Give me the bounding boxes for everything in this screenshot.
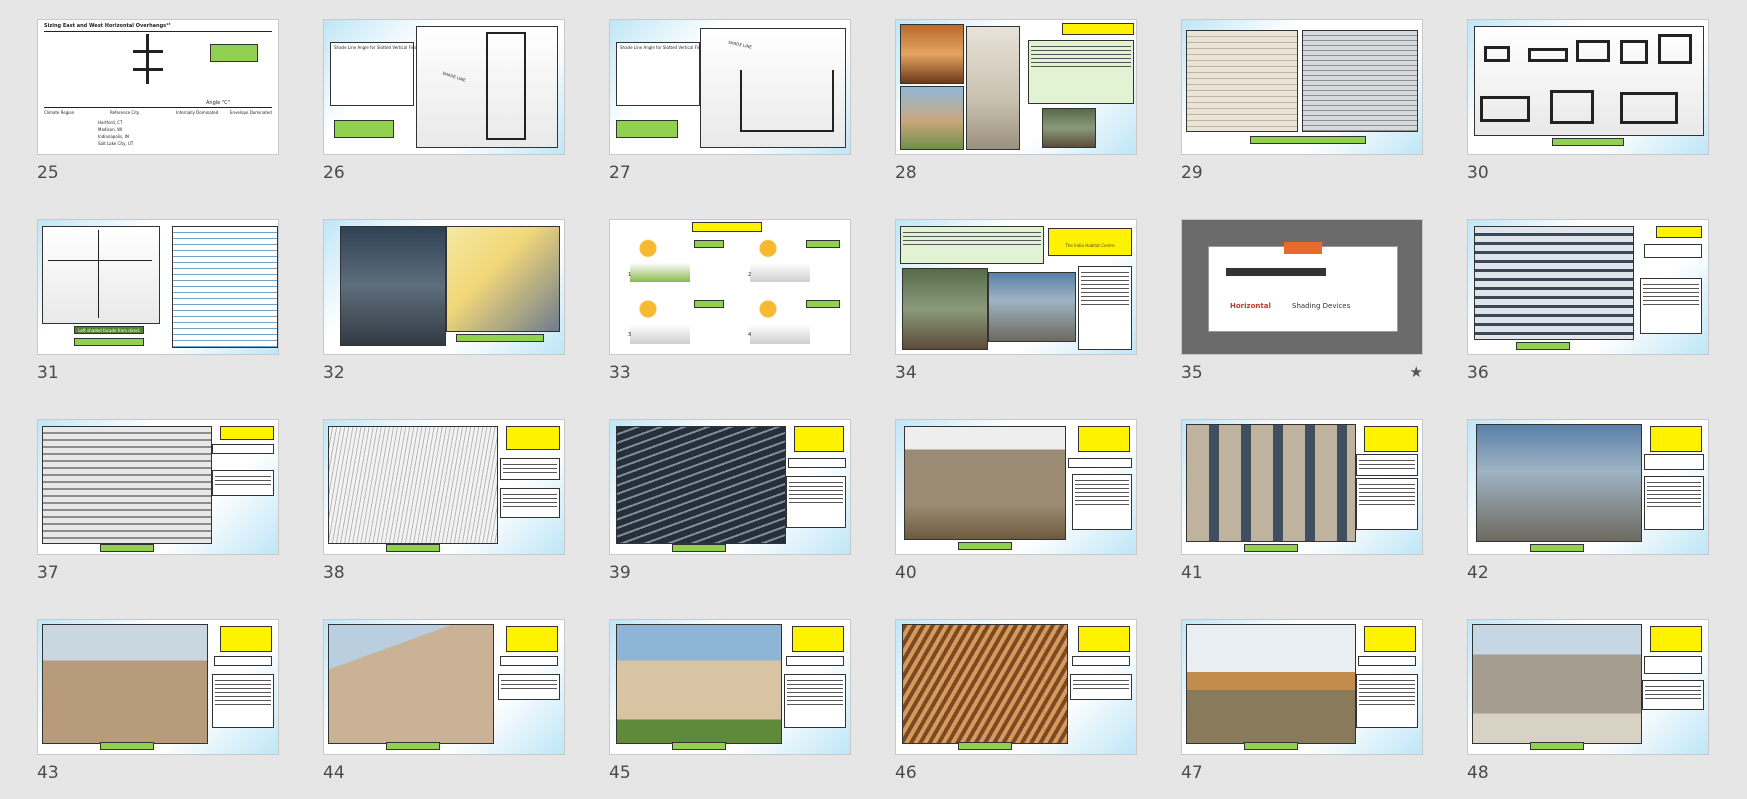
slide-preview bbox=[1181, 419, 1423, 555]
star-icon: ★ bbox=[1409, 363, 1423, 381]
slide-number: 26 bbox=[323, 163, 345, 183]
col-city: Reference City bbox=[110, 110, 140, 115]
step-1: 1 bbox=[628, 272, 632, 278]
slide-thumbnail-29[interactable]: 29 bbox=[1181, 19, 1423, 199]
slide-thumbnail-44[interactable]: 44 bbox=[323, 619, 565, 799]
city-4: Salt Lake City, UT bbox=[98, 141, 134, 146]
slide-number: 47 bbox=[1181, 763, 1203, 783]
slide-preview bbox=[1467, 219, 1709, 355]
city-2: Madison, WI bbox=[98, 127, 123, 132]
city-3: Indianapolis, IN bbox=[98, 134, 129, 139]
slide-preview bbox=[323, 619, 565, 755]
slide-preview bbox=[609, 419, 851, 555]
col-envelope: Envelope Dominated bbox=[230, 110, 272, 115]
slide-number: 44 bbox=[323, 763, 345, 783]
slide-preview: Sizing East and West Horizontal Overhang… bbox=[37, 19, 279, 155]
slide-thumbnail-35[interactable]: Horizontal Shading Devices 35 ★ bbox=[1181, 219, 1423, 399]
slide-number: 41 bbox=[1181, 563, 1203, 583]
section-title-en-2: Shading Devices bbox=[1292, 302, 1351, 310]
slide-preview bbox=[1467, 419, 1709, 555]
slide-number: 43 bbox=[37, 763, 59, 783]
col-climate: Climate Region bbox=[44, 110, 75, 115]
city-1: Hartford, CT bbox=[98, 120, 123, 125]
slide-number: 45 bbox=[609, 763, 631, 783]
slide-number: 29 bbox=[1181, 163, 1203, 183]
slide-number: 36 bbox=[1467, 363, 1489, 383]
slide-number: 35 bbox=[1181, 363, 1203, 383]
table-title: Shade Line Angle for Slotted Vertical Fi… bbox=[334, 45, 417, 50]
slide-thumbnail-37[interactable]: 37 bbox=[37, 419, 279, 599]
step-4: 4 bbox=[748, 332, 752, 338]
slide-thumbnail-36[interactable]: 36 bbox=[1467, 219, 1709, 399]
slide-thumbnail-30[interactable]: 30 bbox=[1467, 19, 1709, 199]
slide-number: 27 bbox=[609, 163, 631, 183]
slide-thumbnail-25[interactable]: Sizing East and West Horizontal Overhang… bbox=[37, 19, 279, 199]
slide-preview: The India Habitat Centre bbox=[895, 219, 1137, 355]
slide-sorter-grid: Sizing East and West Horizontal Overhang… bbox=[0, 0, 1747, 791]
slide-preview bbox=[895, 419, 1137, 555]
slide-preview bbox=[323, 219, 565, 355]
slide-preview bbox=[895, 19, 1137, 155]
slide-number: 28 bbox=[895, 163, 917, 183]
slide-number: 34 bbox=[895, 363, 917, 383]
slide-number: 38 bbox=[323, 563, 345, 583]
slide-thumbnail-26[interactable]: Shade Line Angle for Slotted Vertical Fi… bbox=[323, 19, 565, 199]
slide-thumbnail-33[interactable]: 1 2 3 4 33 bbox=[609, 219, 851, 399]
slide-number: 42 bbox=[1467, 563, 1489, 583]
slide-thumbnail-34[interactable]: The India Habitat Centre 34 bbox=[895, 219, 1137, 399]
subtitle: The India Habitat Centre bbox=[1065, 243, 1115, 248]
step-3: 3 bbox=[628, 332, 632, 338]
caption: Left shaded facade from direct sun bbox=[74, 326, 144, 334]
section-title-en-1: Horizontal bbox=[1230, 302, 1271, 310]
slide-thumbnail-32[interactable]: 32 bbox=[323, 219, 565, 399]
slide-preview bbox=[1467, 619, 1709, 755]
slide-preview: 1 2 3 4 bbox=[609, 219, 851, 355]
slide-thumbnail-45[interactable]: 45 bbox=[609, 619, 851, 799]
slide-preview: Shade Line Angle for Slotted Vertical Fi… bbox=[323, 19, 565, 155]
slide-number: 40 bbox=[895, 563, 917, 583]
slide-thumbnail-43[interactable]: 43 bbox=[37, 619, 279, 799]
slide-thumbnail-46[interactable]: 46 bbox=[895, 619, 1137, 799]
slide-number: 48 bbox=[1467, 763, 1489, 783]
slide-number: 46 bbox=[895, 763, 917, 783]
slide-thumbnail-42[interactable]: 42 bbox=[1467, 419, 1709, 599]
slide-thumbnail-38[interactable]: 38 bbox=[323, 419, 565, 599]
slide-number: 37 bbox=[37, 563, 59, 583]
slide-preview: Shade Line Angle for Slotted Vertical Fi… bbox=[609, 19, 851, 155]
slide-number: 32 bbox=[323, 363, 345, 383]
slide-preview: Horizontal Shading Devices bbox=[1181, 219, 1423, 355]
slide-preview bbox=[1181, 619, 1423, 755]
slide-title: Sizing East and West Horizontal Overhang… bbox=[44, 23, 171, 29]
step-2: 2 bbox=[748, 272, 752, 278]
slide-thumbnail-40[interactable]: 40 bbox=[895, 419, 1137, 599]
col-internal: Internally Dominated bbox=[176, 110, 219, 115]
slide-thumbnail-47[interactable]: 47 bbox=[1181, 619, 1423, 799]
slide-number: 25 bbox=[37, 163, 59, 183]
slide-thumbnail-31[interactable]: Left shaded facade from direct sun 31 bbox=[37, 219, 279, 399]
slide-preview bbox=[323, 419, 565, 555]
slide-thumbnail-41[interactable]: 41 bbox=[1181, 419, 1423, 599]
slide-thumbnail-48[interactable]: 48 bbox=[1467, 619, 1709, 799]
slide-number: 30 bbox=[1467, 163, 1489, 183]
angle-label: Angle "C" bbox=[206, 100, 230, 106]
slide-preview: Left shaded facade from direct sun bbox=[37, 219, 279, 355]
slide-thumbnail-39[interactable]: 39 bbox=[609, 419, 851, 599]
slide-thumbnail-28[interactable]: 28 bbox=[895, 19, 1137, 199]
table-title: Shade Line Angle for Slotted Vertical Fi… bbox=[620, 45, 703, 50]
slide-number: 31 bbox=[37, 363, 59, 383]
slide-preview bbox=[895, 619, 1137, 755]
slide-thumbnail-27[interactable]: Shade Line Angle for Slotted Vertical Fi… bbox=[609, 19, 851, 199]
slide-preview bbox=[37, 619, 279, 755]
slide-number: 39 bbox=[609, 563, 631, 583]
slide-preview bbox=[609, 619, 851, 755]
slide-number: 33 bbox=[609, 363, 631, 383]
slide-preview bbox=[1467, 19, 1709, 155]
slide-preview bbox=[37, 419, 279, 555]
slide-preview bbox=[1181, 19, 1423, 155]
